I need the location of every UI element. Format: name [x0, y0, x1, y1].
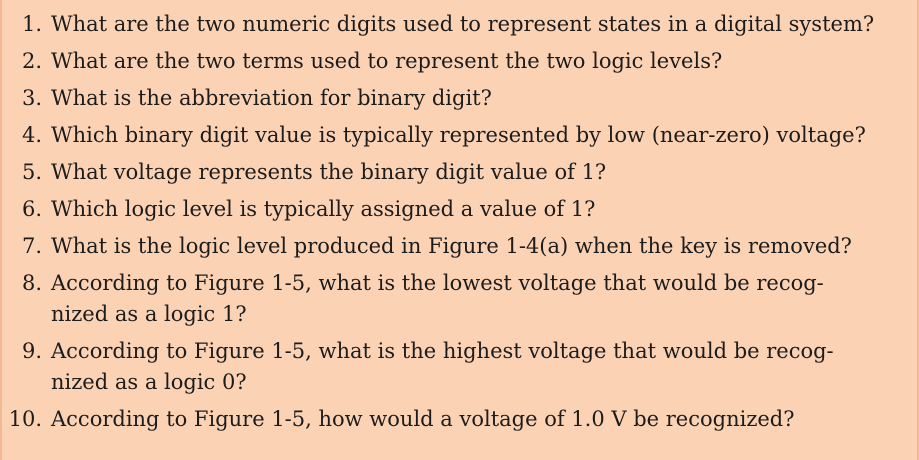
question-item: 2. What are the two terms used to repres…: [2, 47, 917, 84]
question-line: What is the abbreviation for binary digi…: [51, 86, 492, 110]
question-item: 9. According to Figure 1-5, what is the …: [2, 337, 917, 405]
question-item: 7. What is the logic level produced in F…: [2, 232, 917, 269]
question-line: nized as a logic 0?: [51, 370, 247, 394]
question-text: According to Figure 1-5, what is the hig…: [51, 337, 915, 396]
question-line: Which binary digit value is typically re…: [51, 123, 866, 147]
question-item: 4. Which binary digit value is typically…: [2, 121, 917, 158]
question-text: What are the two numeric digits used to …: [51, 10, 915, 38]
question-number: 4.: [21, 123, 42, 147]
question-line: nized as a logic 1?: [51, 302, 247, 326]
question-panel: 1. What are the two numeric digits used …: [0, 0, 919, 460]
question-number: 10.: [8, 407, 42, 431]
question-item: 10. According to Figure 1-5, how would a…: [2, 405, 917, 442]
question-item: 8. According to Figure 1-5, what is the …: [2, 269, 917, 337]
question-text: Which binary digit value is typically re…: [51, 121, 915, 149]
question-item: 1. What are the two numeric digits used …: [2, 10, 917, 47]
question-text: According to Figure 1-5, how would a vol…: [51, 405, 915, 433]
question-number: 8.: [21, 271, 42, 295]
question-line: What are the two terms used to represent…: [51, 49, 723, 73]
question-line: What voltage represents the binary digit…: [51, 160, 607, 184]
question-number: 9.: [21, 339, 42, 363]
question-item: 3. What is the abbreviation for binary d…: [2, 84, 917, 121]
question-number: 7.: [21, 234, 42, 258]
question-text: What is the logic level produced in Figu…: [51, 232, 915, 260]
question-text: What is the abbreviation for binary digi…: [51, 84, 915, 112]
question-line: According to Figure 1-5, what is the low…: [51, 271, 824, 295]
question-list: 1. What are the two numeric digits used …: [2, 10, 917, 442]
question-line: Which logic level is typically assigned …: [51, 197, 596, 221]
question-line: What are the two numeric digits used to …: [51, 12, 875, 36]
question-number: 5.: [21, 160, 42, 184]
question-line: According to Figure 1-5, what is the hig…: [51, 339, 834, 363]
question-item: 5. What voltage represents the binary di…: [2, 158, 917, 195]
question-line: What is the logic level produced in Figu…: [51, 234, 852, 258]
question-number: 6.: [21, 197, 42, 221]
question-text: What are the two terms used to represent…: [51, 47, 915, 75]
question-text: According to Figure 1-5, what is the low…: [51, 269, 915, 328]
question-number: 1.: [21, 12, 42, 36]
question-item: 6. Which logic level is typically assign…: [2, 195, 917, 232]
question-number: 3.: [21, 86, 42, 110]
question-text: What voltage represents the binary digit…: [51, 158, 915, 186]
question-number: 2.: [21, 49, 42, 73]
question-line: According to Figure 1-5, how would a vol…: [51, 407, 795, 431]
question-text: Which logic level is typically assigned …: [51, 195, 915, 223]
